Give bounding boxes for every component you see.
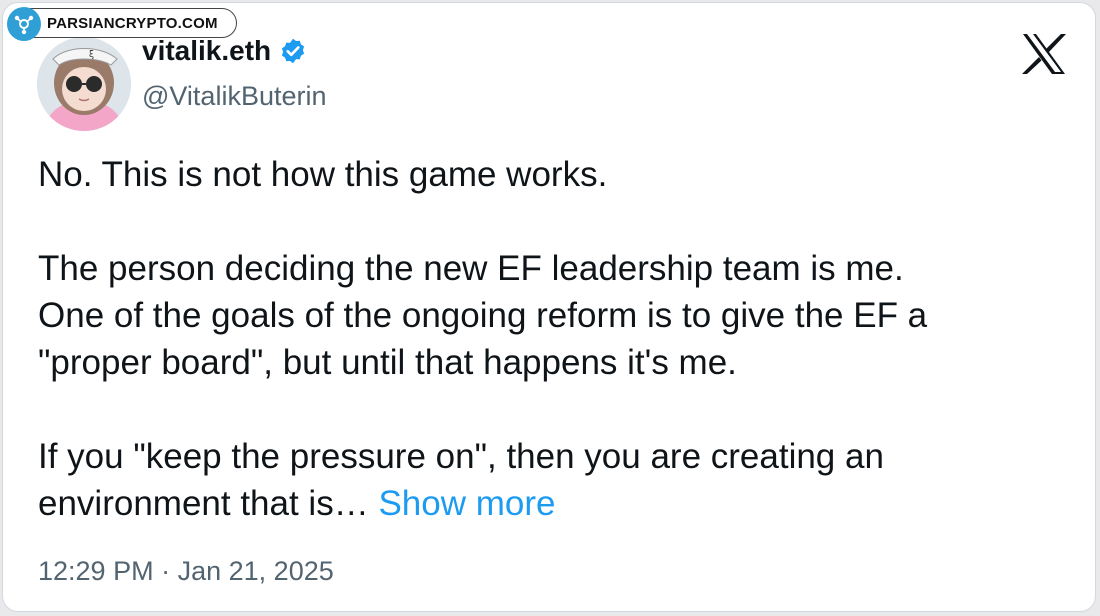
avatar[interactable]: ξ	[37, 37, 131, 131]
tweet-paragraph-3-line-1: If you "keep the pressure on", then you …	[38, 437, 884, 476]
tweet-timestamp[interactable]: 12:29 PM · Jan 21, 2025	[38, 556, 334, 587]
watermark-logo-icon	[7, 7, 41, 41]
tweet-time[interactable]: 12:29 PM	[38, 556, 154, 586]
display-name[interactable]: vitalik.eth	[142, 35, 271, 67]
author-name-row[interactable]: vitalik.eth	[142, 35, 307, 67]
tweet-card: ξ vitalik.eth @VitalikButerin No. This i…	[2, 2, 1096, 612]
svg-text:ξ: ξ	[89, 50, 94, 60]
tweet-truncated-text: environment that is…	[38, 484, 369, 523]
watermark-text: PARSIANCRYPTO.COM	[47, 14, 218, 32]
tweet-paragraph-2-line-3: "proper board", but until that happens i…	[38, 343, 737, 382]
tweet-text: No. This is not how this game works. The…	[38, 151, 1068, 527]
tweet-paragraph-2-line-2: One of the goals of the ongoing reform i…	[38, 296, 928, 335]
tweet-paragraph-3-line-2: environment that is… Show more	[38, 480, 1068, 527]
watermark-badge: PARSIANCRYPTO.COM	[7, 7, 237, 41]
x-logo-icon[interactable]	[1021, 33, 1067, 75]
verified-badge-icon	[279, 37, 307, 65]
tweet-paragraph-1: No. This is not how this game works.	[38, 155, 608, 194]
tweet-date[interactable]: Jan 21, 2025	[178, 556, 334, 586]
show-more-link[interactable]: Show more	[378, 484, 555, 523]
tweet-paragraph-2-line-1: The person deciding the new EF leadershi…	[38, 249, 904, 288]
author-handle[interactable]: @VitalikButerin	[142, 81, 327, 112]
meta-separator: ·	[161, 556, 171, 586]
